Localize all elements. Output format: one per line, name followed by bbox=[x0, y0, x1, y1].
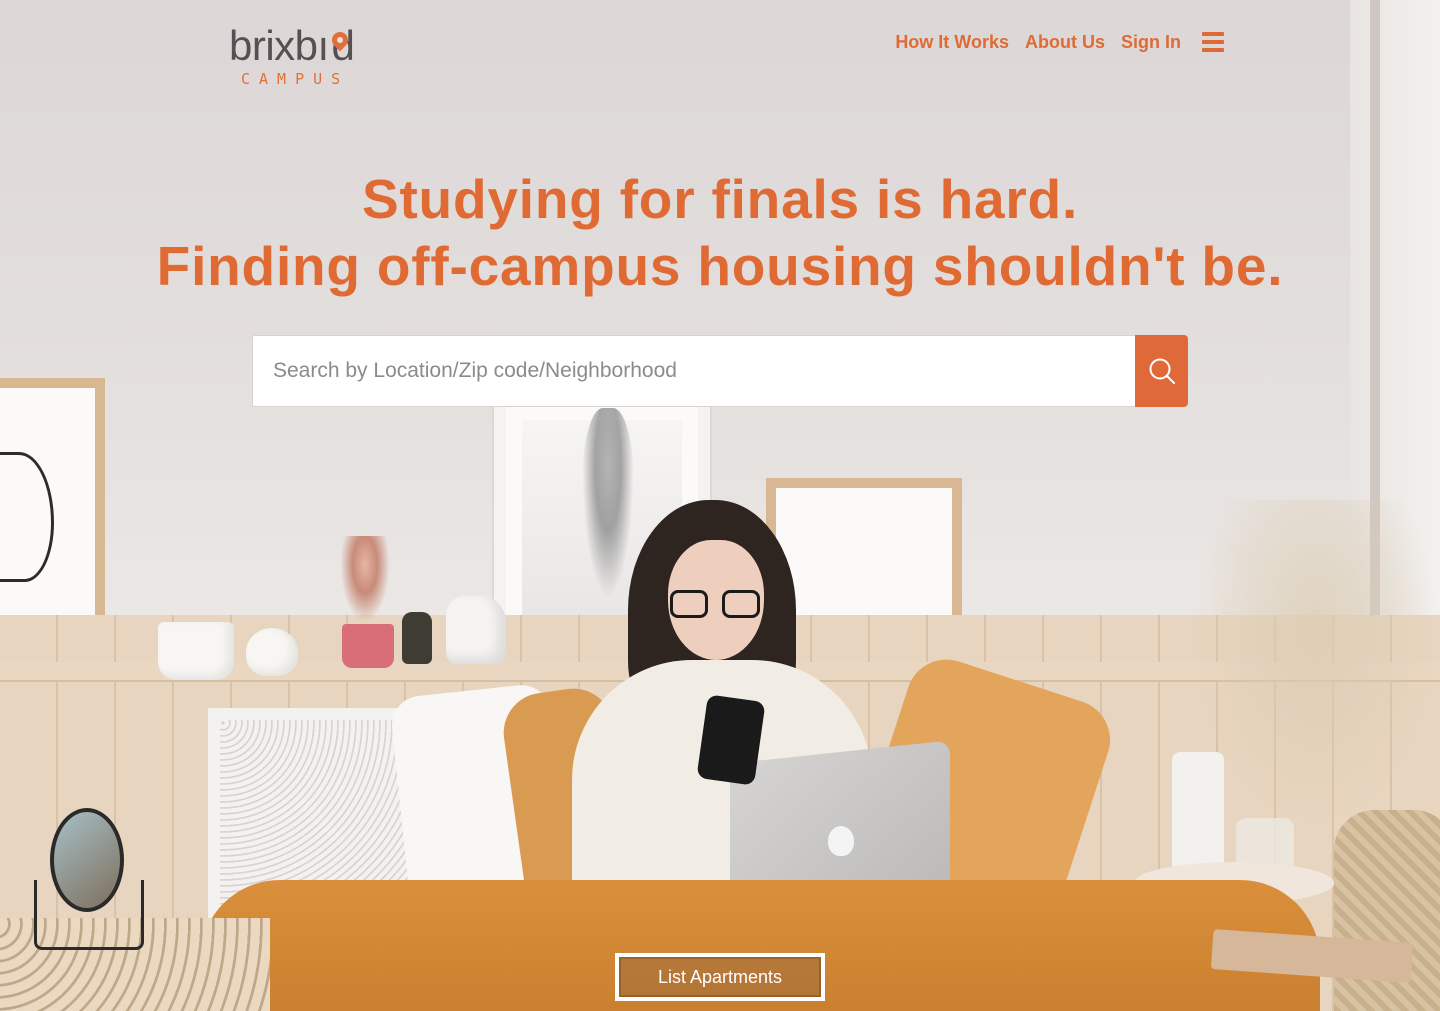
hamburger-bar bbox=[1202, 48, 1224, 52]
main-nav: How It Works About Us Sign In bbox=[879, 28, 1224, 56]
logo-i-spacer: ı bbox=[317, 22, 330, 69]
hamburger-bar bbox=[1202, 32, 1224, 36]
small-vase bbox=[246, 628, 298, 676]
mirror-stand bbox=[34, 880, 144, 950]
nav-how-it-works[interactable]: How It Works bbox=[895, 32, 1009, 53]
glass-bottle bbox=[402, 612, 432, 664]
figure-sketch bbox=[582, 408, 634, 598]
hero-headline-line-1: Studying for finals is hard. bbox=[361, 168, 1079, 230]
hero-background-image bbox=[0, 0, 1440, 1011]
smartphone bbox=[696, 694, 766, 786]
search-form bbox=[252, 335, 1188, 407]
site-header: brixbıd CAMPUS How It Works About Us Sig… bbox=[0, 0, 1440, 110]
list-apartments-button[interactable]: List Apartments bbox=[615, 953, 825, 1001]
search-icon bbox=[1149, 358, 1175, 384]
pampas-grass bbox=[1190, 500, 1440, 830]
hamburger-bar bbox=[1202, 40, 1224, 44]
nav-sign-in[interactable]: Sign In bbox=[1121, 32, 1181, 53]
glasses-left-lens bbox=[670, 590, 708, 618]
mug bbox=[158, 622, 234, 680]
hyacinth-flower bbox=[336, 536, 394, 632]
apple-logo-icon bbox=[828, 826, 854, 856]
hero-headline: Studying for finals is hard. Finding off… bbox=[0, 166, 1440, 300]
brand-logo[interactable]: brixbıd CAMPUS bbox=[229, 22, 374, 89]
search-button[interactable] bbox=[1135, 335, 1188, 407]
glasses-right-lens bbox=[722, 590, 760, 618]
logo-subtitle: CAMPUS bbox=[241, 70, 350, 88]
hero-headline-line-2: Finding off-campus housing shouldn't be. bbox=[156, 235, 1284, 297]
logo-word-left: brixb bbox=[229, 22, 318, 69]
flower-pot bbox=[342, 624, 394, 668]
bust-sculpture bbox=[446, 596, 506, 664]
search-input[interactable] bbox=[252, 335, 1135, 407]
hamburger-menu-icon[interactable] bbox=[1202, 32, 1224, 52]
nav-about-us[interactable]: About Us bbox=[1025, 32, 1105, 53]
